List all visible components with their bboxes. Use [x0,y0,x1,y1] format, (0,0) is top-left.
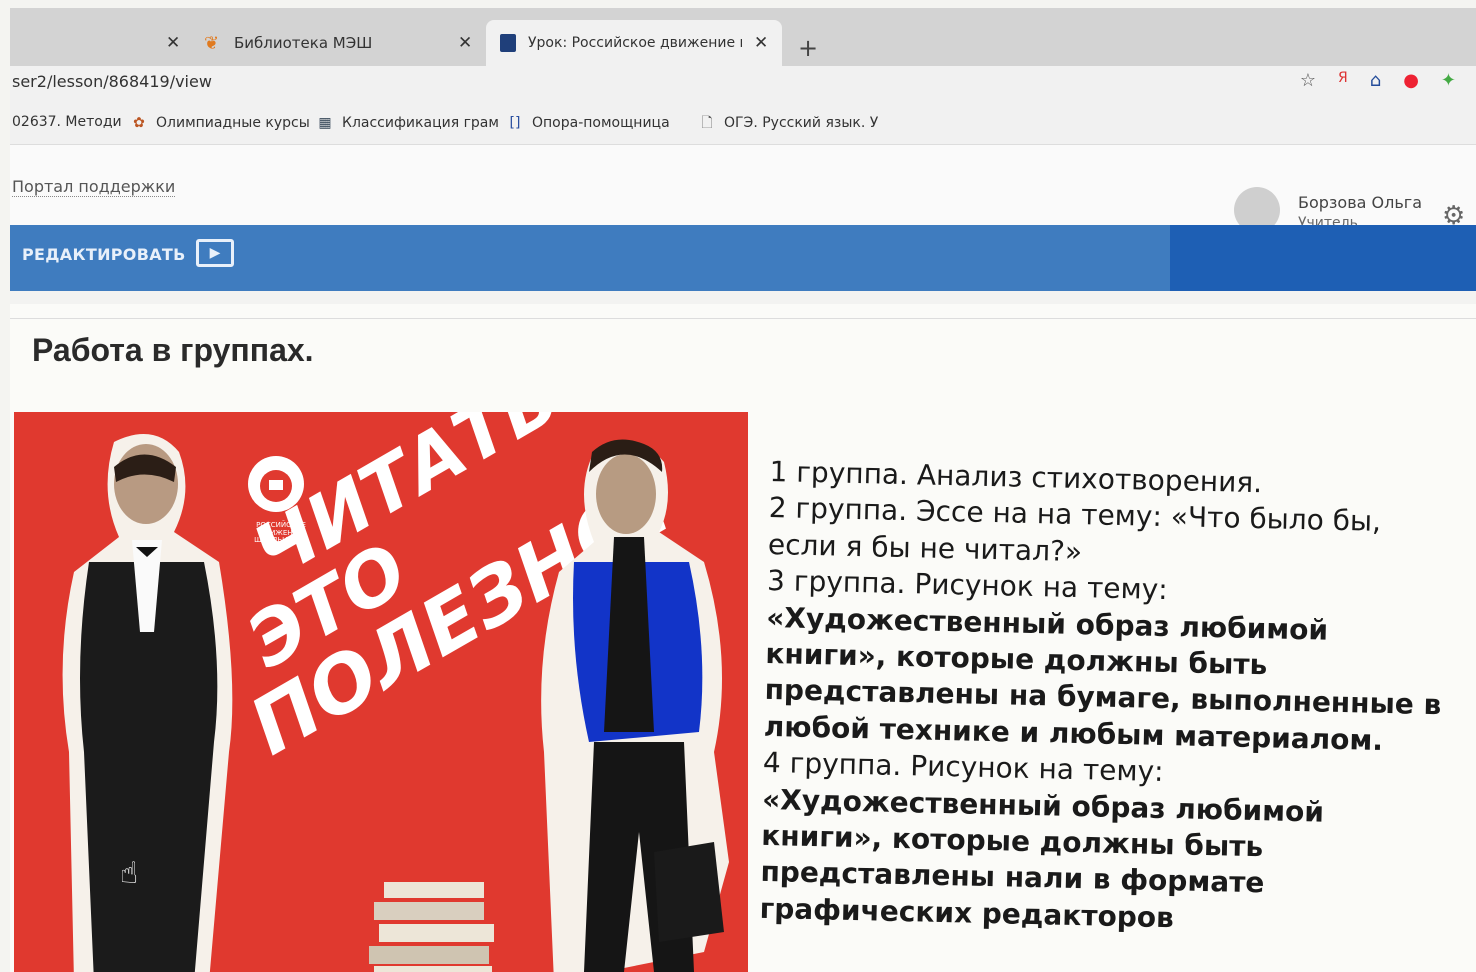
olympiad-icon: ✿ [133,115,145,131]
tab-previous[interactable]: ✕ [10,20,190,66]
lesson-content: Работа в группах. РОССИЙСКОЕ ДВИЖЕНИЕ ШК… [10,304,1476,972]
puzzle-icon[interactable]: ✦ [1441,70,1456,91]
bookmark-label: Олимпиадные курсы [156,115,310,131]
tab-title: Урок: Российское движение шк [528,35,742,51]
tab-lesson[interactable]: Урок: Российское движение шк ✕ [486,20,782,66]
page-title: Работа в группах. [32,332,314,368]
address-bar[interactable]: ser2/lesson/868419/view ☆ Я ⌂ ● ✦ [10,66,1476,102]
tab-close-icon[interactable]: ✕ [166,33,180,53]
table-icon: ▦ [318,115,332,131]
bookmark-item[interactable]: [] Опора-помощница [506,114,670,132]
new-tab-button[interactable]: + [798,34,818,62]
task-group-4-detail: «Художественный образ любимой книги», ко… [759,782,1325,934]
toolbar-right-panel [1170,225,1476,291]
bookmark-label: ОГЭ. Русский язык. У [724,115,879,131]
tab-close-icon[interactable]: ✕ [754,33,768,53]
books-stack [369,882,494,972]
bookmark-label: Опора-помощница [532,115,670,131]
extension-icon[interactable]: ● [1403,70,1419,91]
page-header: Портал поддержки Борзова Ольга Учитель ⚙ [10,145,1476,233]
star-icon[interactable]: ☆ [1300,70,1316,91]
library-logo-icon: ❦ [204,32,220,54]
figure-right [541,439,729,972]
user-name[interactable]: Борзова Ольга [1298,193,1422,212]
edit-button[interactable]: РЕДАКТИРОВАТЬ [22,245,186,264]
divider [10,318,1476,319]
presentation-play-icon[interactable]: ▶ [196,239,234,267]
group-tasks: 1 группа. Анализ стихотворения. 2 группа… [759,454,1450,942]
doc-icon: [] [509,115,521,131]
lesson-book-icon [500,34,516,52]
url-text[interactable]: ser2/lesson/868419/view [12,72,212,91]
bookmark-item[interactable]: ✿ Олимпиадные курсы [130,114,310,132]
home-icon[interactable]: ⌂ [1370,70,1381,91]
page-icon: 🗋 [701,115,713,131]
bookmark-item[interactable]: 02637. Методи [12,114,122,130]
browser-window: ✕ ❦ Библиотека МЭШ ✕ Урок: Российское дв… [10,8,1476,972]
figure-left [62,434,233,972]
tab-library[interactable]: ❦ Библиотека МЭШ ✕ [200,20,480,66]
bookmark-item[interactable]: 🗋 ОГЭ. Русский язык. У [698,114,878,132]
tab-title: Библиотека МЭШ [234,34,373,52]
toolbar-extensions: ☆ Я ⌂ ● ✦ [1300,70,1456,91]
bookmarks-bar: 02637. Методи ✿ Олимпиадные курсы ▦ Клас… [10,102,1476,145]
bookmark-label: Классификация грам [342,115,499,131]
bookmark-label: 02637. Методи [12,114,122,130]
tab-close-icon[interactable]: ✕ [458,33,472,53]
bookmark-item[interactable]: ▦ Классификация грам [316,114,499,132]
task-group-3-detail: «Художественный образ любимой книги», ко… [763,600,1442,757]
hand-cursor-icon: ☝ [120,856,139,891]
support-portal-link[interactable]: Портал поддержки [12,177,176,197]
yandex-icon[interactable]: Я [1338,70,1348,91]
lesson-toolbar: РЕДАКТИРОВАТЬ ▶ [10,225,1170,291]
tab-strip: ✕ ❦ Библиотека МЭШ ✕ Урок: Российское дв… [10,8,1476,66]
